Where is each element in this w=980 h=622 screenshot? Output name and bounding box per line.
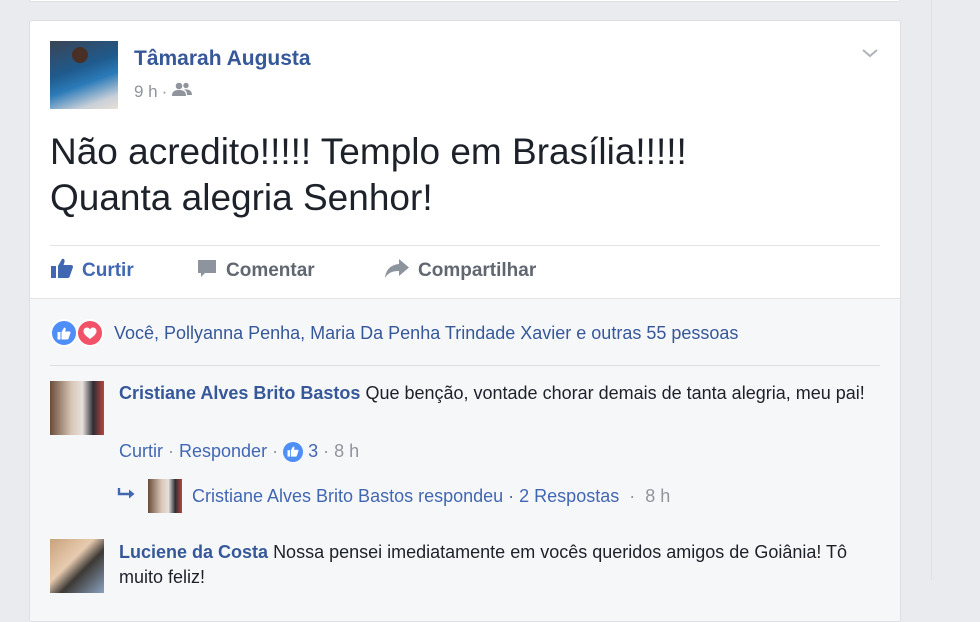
thumbs-up-icon [50, 257, 74, 285]
comment-body: Luciene da Costa Nossa pensei imediatame… [119, 540, 879, 590]
share-label: Compartilhar [418, 260, 537, 281]
reactions-summary[interactable]: Você, Pollyanna Penha, Maria Da Penha Tr… [50, 319, 738, 347]
friends-icon[interactable] [171, 81, 193, 102]
divider [50, 245, 880, 246]
post-author-name[interactable]: Tâmarah Augusta [134, 47, 311, 71]
comment-reply-link[interactable]: Responder [179, 441, 267, 462]
separator: · [168, 441, 174, 461]
previous-card-edge [29, 0, 901, 2]
like-count-icon [283, 441, 304, 462]
reactions-text[interactable]: Você, Pollyanna Penha, Maria Da Penha Tr… [114, 323, 738, 344]
comment-body: Cristiane Alves Brito Bastos Que benção,… [119, 381, 879, 406]
post-text-line-1: Não acredito!!!!! Templo em Brasília!!!!… [50, 131, 687, 172]
commenter-avatar[interactable] [50, 381, 104, 435]
like-reaction-icon [50, 319, 78, 347]
comments-section: Você, Pollyanna Penha, Maria Da Penha Tr… [30, 298, 900, 621]
comment-label: Comentar [226, 260, 315, 281]
reply-avatar[interactable] [148, 479, 182, 513]
comment-actions: Curtir · Responder · 3 · 8 h [119, 441, 359, 462]
commenter-name[interactable]: Cristiane Alves Brito Bastos [119, 383, 360, 403]
comment-like-count[interactable]: 3 [308, 441, 318, 462]
post-text: Não acredito!!!!! Templo em Brasília!!!!… [50, 129, 850, 221]
post-meta: 9 h · [134, 81, 193, 102]
commenter-avatar[interactable] [50, 539, 104, 593]
post-text-line-2: Quanta alegria Senhor! [50, 177, 433, 218]
meta-separator: · [161, 81, 168, 101]
like-button[interactable]: Curtir [50, 257, 196, 285]
reply-time: 8 h [645, 485, 671, 506]
comment-icon [196, 257, 218, 285]
separator: · [323, 441, 330, 461]
love-reaction-icon [76, 319, 104, 347]
chevron-down-icon[interactable] [860, 43, 880, 63]
comment-text: Que benção, vontade chorar demais de tan… [365, 383, 865, 403]
share-icon [384, 257, 410, 285]
share-button[interactable]: Compartilhar [384, 257, 536, 285]
commenter-name[interactable]: Luciene da Costa [119, 542, 268, 562]
divider [50, 365, 880, 366]
post-card: Tâmarah Augusta 9 h · Não acredito!!!!! … [29, 20, 901, 622]
like-label: Curtir [82, 260, 134, 281]
author-avatar[interactable] [50, 41, 118, 109]
replies-summary[interactable]: Cristiane Alves Brito Bastos respondeu ·… [116, 479, 670, 513]
comment-time[interactable]: 8 h [334, 441, 359, 462]
post-time[interactable]: 9 h [134, 82, 158, 102]
right-column [931, 0, 980, 580]
comment-like-link[interactable]: Curtir [119, 441, 163, 462]
separator: · [272, 441, 279, 461]
separator: · [629, 485, 636, 506]
post-actions: Curtir Comentar Compartilhar [50, 253, 536, 289]
reply-arrow-icon [116, 486, 138, 507]
comment-button[interactable]: Comentar [196, 257, 384, 285]
replies-summary-text[interactable]: Cristiane Alves Brito Bastos respondeu ·… [192, 486, 619, 507]
